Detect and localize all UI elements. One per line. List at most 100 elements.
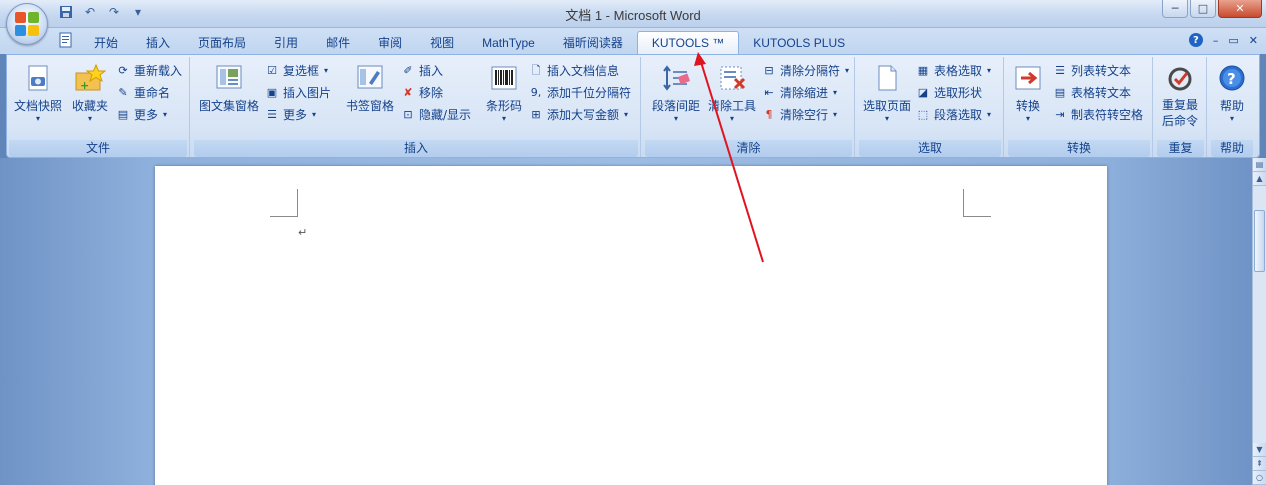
- insert-picture-label: 插入图片: [283, 86, 332, 100]
- svg-text:+: +: [80, 79, 89, 92]
- reload-button[interactable]: ⟳ 重新载入: [115, 61, 182, 81]
- chevron-down-icon: ▾: [1025, 114, 1030, 123]
- tab-review[interactable]: 审阅: [364, 32, 416, 54]
- hide-show-button[interactable]: ⊡ 隐藏/显示: [400, 105, 471, 125]
- para-select-icon: ⬚: [917, 108, 929, 121]
- gallery-pane-icon: [213, 62, 245, 94]
- para-spacing-button[interactable]: 段落间距 ▾: [647, 60, 705, 123]
- convert-button[interactable]: 转换 ▾: [1006, 60, 1050, 123]
- tab-view[interactable]: 视图: [416, 32, 468, 54]
- table-select-button[interactable]: ▦ 表格选取 ▾: [915, 61, 991, 81]
- add-thousand-sep-label: 添加千位分隔符: [547, 86, 632, 100]
- close-icon[interactable]: ✕: [1218, 0, 1262, 18]
- scroll-down-icon[interactable]: ▼: [1253, 443, 1266, 457]
- reload-label: 重新载入: [134, 64, 183, 78]
- list-to-text-label: 列表转文本: [1071, 64, 1132, 78]
- table-text-icon: ▤: [1054, 86, 1066, 99]
- tab-page-layout[interactable]: 页面布局: [184, 32, 260, 54]
- file-more-button[interactable]: ▤ 更多 ▾: [115, 105, 167, 125]
- tab-insert[interactable]: 插入: [132, 32, 184, 54]
- rename-icon: ✎: [118, 86, 128, 99]
- para-select-button[interactable]: ⬚ 段落选取 ▾: [915, 105, 991, 125]
- tab-to-space-button[interactable]: ⇥ 制表符转空格: [1052, 105, 1143, 125]
- clear-tools-button[interactable]: 清除工具 ▾: [703, 60, 761, 123]
- favorites-button[interactable]: + 收藏夹 ▾: [63, 60, 117, 123]
- ribbon-restore-icon[interactable]: ▭: [1228, 34, 1238, 47]
- kutools-help-label: 帮助: [1219, 99, 1244, 113]
- clear-separator-icon: ⊟: [764, 64, 774, 77]
- help-icon[interactable]: ?: [1188, 33, 1203, 47]
- insert-more-button[interactable]: ☰ 更多 ▾: [264, 105, 316, 125]
- title-bar: ↶ ↷ ▾ 文档 1 - Microsoft Word ─ □ ✕: [0, 0, 1266, 45]
- scroll-thumb[interactable]: [1254, 210, 1265, 272]
- select-shapes-button[interactable]: ◪ 选取形状: [915, 83, 982, 103]
- tab-foxit-reader[interactable]: 福昕阅读器: [549, 32, 637, 54]
- barcode-icon: [488, 62, 520, 94]
- bookmark-remove-button[interactable]: ✘ 移除: [400, 83, 443, 103]
- scroll-up-icon[interactable]: ▲: [1253, 172, 1266, 186]
- para-spacing-label: 段落间距: [651, 99, 700, 113]
- insert-doc-info-button[interactable]: 🗋 插入文档信息: [528, 61, 619, 81]
- chevron-down-icon: ▾: [884, 114, 889, 123]
- favorites-label: 收藏夹: [71, 99, 108, 113]
- barcode-button[interactable]: 条形码 ▾: [482, 60, 526, 123]
- ruler-toggle-icon[interactable]: ▤: [1253, 158, 1266, 172]
- picture-pane-button[interactable]: 图文集窗格: [196, 60, 262, 114]
- doc-snapshot-button[interactable]: 文档快照 ▾: [11, 60, 65, 123]
- list-icon: ☰: [1055, 64, 1065, 77]
- select-page-button[interactable]: 选取页面 ▾: [859, 60, 915, 123]
- table-to-text-button[interactable]: ▤ 表格转文本: [1052, 83, 1131, 103]
- minimize-icon[interactable]: ─: [1162, 0, 1188, 18]
- bookmark-pane-button[interactable]: 书签窗格: [342, 60, 398, 114]
- rename-label: 重命名: [134, 86, 171, 100]
- rename-button[interactable]: ✎ 重命名: [115, 83, 170, 103]
- ribbon-minimize-icon[interactable]: –: [1213, 34, 1219, 47]
- chevron-down-icon: ▾: [163, 110, 168, 119]
- clear-indent-label: 清除缩进: [780, 86, 829, 100]
- tab-arrow-icon: ⇥: [1055, 108, 1065, 121]
- tab-home[interactable]: 开始: [80, 32, 132, 54]
- kutools-help-button[interactable]: ? 帮助 ▾: [1209, 60, 1255, 123]
- vertical-scrollbar[interactable]: ▤ ▲ ▼ ⇞ ○: [1252, 158, 1266, 485]
- tab-kutools[interactable]: KUTOOLS ™: [636, 31, 740, 55]
- clear-indent-button[interactable]: ⇤ 清除缩进 ▾: [761, 83, 837, 103]
- doc-snapshot-label: 文档快照: [13, 99, 62, 113]
- hide-show-icon: ⊡: [403, 108, 413, 121]
- chevron-down-icon: ▾: [987, 66, 992, 75]
- bookmark-insert-button[interactable]: ✐ 插入: [400, 61, 443, 81]
- document-page[interactable]: ↵: [155, 166, 1107, 485]
- chevron-down-icon: ▾: [624, 110, 629, 119]
- convert-icon: [1012, 62, 1044, 94]
- chevron-down-icon: ▾: [501, 114, 506, 123]
- tab-references[interactable]: 引用: [260, 32, 312, 54]
- list-to-text-button[interactable]: ☰ 列表转文本: [1052, 61, 1131, 81]
- group-insert: 图文集窗格 ☑ 复选框 ▾ ▣ 插入图片 ☰ 更多 ▾ 书签窗格 ✐ 插入 ✘ 移除: [192, 57, 641, 157]
- add-capital-amount-button[interactable]: ⊞ 添加大写金额 ▾: [528, 105, 628, 125]
- repeat-last-button[interactable]: 重复最后命令: [1155, 60, 1205, 129]
- clear-separator-button[interactable]: ⊟ 清除分隔符 ▾: [761, 61, 849, 81]
- paragraph-mark: ↵: [298, 226, 308, 239]
- browse-object-icon[interactable]: ○: [1253, 471, 1266, 485]
- tab-mathtype[interactable]: MathType: [468, 32, 549, 54]
- ribbon-close-icon[interactable]: ✕: [1249, 34, 1258, 47]
- picture-icon: ▣: [266, 86, 278, 99]
- paragraph-spacing-icon: [660, 62, 692, 94]
- list-more-icon: ☰: [267, 108, 277, 121]
- ribbon-tabs: 开始 插入 页面布局 引用 邮件 审阅 视图 MathType 福昕阅读器 KU…: [52, 31, 859, 55]
- insert-picture-button[interactable]: ▣ 插入图片: [264, 83, 331, 103]
- group-help: ? 帮助 ▾ 帮助: [1209, 57, 1255, 157]
- tab-row-controls: ? – ▭ ✕: [1188, 33, 1258, 47]
- prev-page-icon[interactable]: ⇞: [1253, 457, 1266, 471]
- word-doc-icon[interactable]: [52, 32, 80, 54]
- add-thousand-sep-button[interactable]: 9, 添加千位分隔符: [528, 83, 631, 103]
- hide-show-label: 隐藏/显示: [419, 108, 472, 122]
- checkbox-button[interactable]: ☑ 复选框 ▾: [264, 61, 328, 81]
- office-button[interactable]: [6, 3, 48, 45]
- tab-kutools-plus[interactable]: KUTOOLS PLUS: [739, 32, 859, 54]
- ribbon-tab-row: 开始 插入 页面布局 引用 邮件 审阅 视图 MathType 福昕阅读器 KU…: [0, 28, 1266, 55]
- margin-corner-mark: [270, 189, 298, 217]
- tab-mailings[interactable]: 邮件: [312, 32, 364, 54]
- maximize-icon[interactable]: □: [1190, 0, 1216, 18]
- checkbox-icon: ☑: [267, 64, 277, 77]
- clear-empty-lines-button[interactable]: ¶ 清除空行 ▾: [761, 105, 838, 125]
